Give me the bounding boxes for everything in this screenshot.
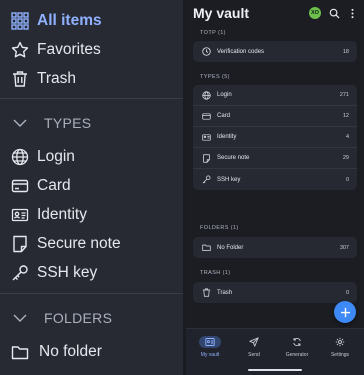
clock-icon [200,46,212,58]
types-card: Login 271 Card 12 Identity 4 Secure note… [193,85,357,190]
gear-icon [329,336,351,348]
section-header: FOLDERS [44,310,113,326]
drawer-item-no-folder[interactable]: No folder [0,339,183,365]
list-item-label: Identity [217,134,237,140]
item-count: 0 [345,289,349,296]
refresh-icon [286,336,308,348]
plus-icon [340,307,350,317]
grid-icon [10,11,30,31]
star-icon [10,40,30,60]
nav-tab-label: Settings [330,352,350,358]
add-item-button[interactable] [334,301,356,323]
section-header: TYPES [44,115,92,131]
nav-tab-generator[interactable]: Generator [275,336,319,358]
nav-tab-label: Generator [285,352,309,358]
drawer-item-label: Secure note [37,235,121,252]
section-header-folders: FOLDERS (1) [200,225,239,231]
list-item-secure-note[interactable]: Secure note 29 [193,148,357,169]
list-item-card[interactable]: Card 12 [193,106,357,127]
drawer-item-label: Favorites [37,41,101,58]
more-options-icon[interactable] [346,7,358,19]
vault-screen: My vault XO TOTP (1) Verification codes … [186,0,364,375]
key-icon [200,174,212,186]
nav-tab-label: Send [248,352,260,358]
section-header-trash: TRASH (1) [200,270,231,276]
list-item-label: Verification codes [217,48,265,55]
trash-icon [200,287,212,299]
avatar[interactable]: XO [309,7,321,19]
card-icon [10,176,30,196]
drawer-item-label: SSH key [37,264,98,281]
drawer-item-label: Identity [37,206,87,223]
list-item-ssh-key[interactable]: SSH key 0 [193,169,357,190]
list-item-login[interactable]: Login 271 [193,85,357,106]
chevron-down-icon [10,310,30,326]
list-item-label: Login [217,92,232,98]
item-count: 4 [345,134,349,140]
item-count: 12 [342,113,349,119]
key-icon [10,263,30,283]
nav-tab-send[interactable]: Send [232,336,276,358]
divider [0,293,183,294]
note-icon [10,234,30,254]
bottom-navigation: My vault Send Generator Settings [186,328,364,375]
item-count: 271 [339,92,349,98]
totp-card: Verification codes 18 [193,41,357,62]
folder-icon [200,242,212,254]
id-card-icon [10,205,30,225]
section-header-totp: TOTP (1) [200,30,226,36]
item-count: 18 [342,48,349,55]
folders-card: No Folder 307 [193,237,357,258]
types-section-toggle[interactable]: TYPES [0,112,183,134]
list-item-label: Card [217,113,231,119]
nav-tab-my-vault[interactable]: My vault [188,336,232,358]
drawer-item-all-items[interactable]: All items [0,8,183,34]
trash-icon [10,69,30,89]
globe-icon [200,89,212,101]
drawer-item-trash[interactable]: Trash [0,66,183,92]
list-item-identity[interactable]: Identity 4 [193,127,357,148]
drawer-item-login[interactable]: Login [0,144,183,170]
navigation-drawer: All items Favorites Trash TYPES Login Ca… [0,0,183,375]
nav-tab-settings[interactable]: Settings [318,336,362,358]
drawer-item-card[interactable]: Card [0,173,183,199]
drawer-item-label: All items [37,12,102,29]
item-count: 29 [342,155,349,161]
note-icon [200,152,212,164]
nav-tab-label: My vault [200,352,220,358]
drawer-item-secure-note[interactable]: Secure note [0,231,183,257]
vault-icon [199,336,221,348]
item-count: 0 [345,176,349,183]
send-icon [243,336,265,348]
drawer-item-label: Trash [37,70,77,87]
folder-icon [10,342,30,362]
drawer-item-ssh-key[interactable]: SSH key [0,260,183,286]
home-indicator [248,369,302,371]
list-item-verification-codes[interactable]: Verification codes 18 [193,41,357,62]
list-item-no-folder[interactable]: No Folder 307 [193,237,357,258]
drawer-item-label: No folder [39,343,102,360]
drawer-item-favorites[interactable]: Favorites [0,37,183,63]
list-item-trash[interactable]: Trash 0 [193,282,357,303]
list-item-label: No Folder [217,244,244,251]
list-item-label: Secure note [217,155,250,161]
list-item-label: SSH key [217,176,241,183]
drawer-item-label: Card [37,177,71,194]
section-header-types: TYPES (5) [200,74,230,80]
card-icon [200,110,212,122]
page-title: My vault [193,5,250,21]
top-app-bar: My vault XO [186,0,364,26]
chevron-down-icon [10,115,30,131]
globe-icon [10,147,30,167]
item-count: 307 [339,244,349,251]
search-icon[interactable] [328,7,340,19]
id-card-icon [200,131,212,143]
folders-section-toggle[interactable]: FOLDERS [0,307,183,329]
drawer-item-identity[interactable]: Identity [0,202,183,228]
drawer-item-label: Login [37,148,75,165]
divider [0,98,183,99]
trash-card: Trash 0 [193,282,357,303]
list-item-label: Trash [217,289,233,296]
